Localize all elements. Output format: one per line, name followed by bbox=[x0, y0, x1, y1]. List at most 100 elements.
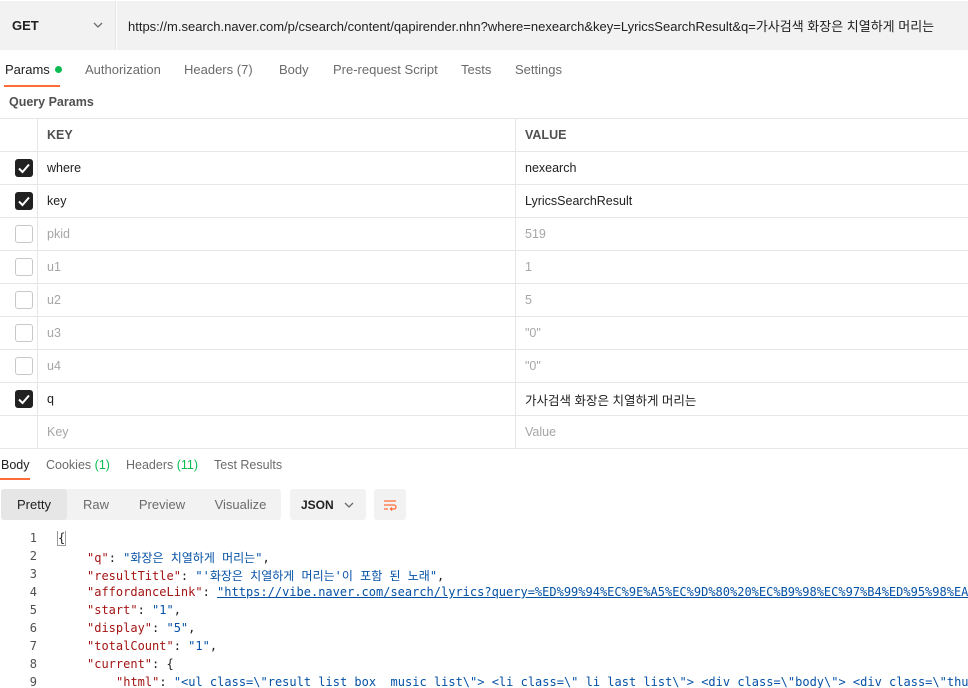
view-visualize-button[interactable]: Visualize bbox=[200, 489, 281, 520]
method-select[interactable]: GET bbox=[0, 1, 116, 50]
param-key[interactable]: q bbox=[38, 383, 516, 415]
param-key[interactable]: u1 bbox=[38, 251, 516, 283]
request-tabs: Params Authorization Headers (7) Body Pr… bbox=[0, 52, 968, 88]
wrap-lines-icon bbox=[384, 499, 397, 511]
line-number: 7 bbox=[29, 639, 37, 653]
view-pretty-button[interactable]: Pretty bbox=[1, 489, 67, 520]
query-params-title: Query Params bbox=[9, 95, 94, 109]
param-value[interactable]: "0" bbox=[516, 317, 968, 349]
table-row: key LyricsSearchResult bbox=[0, 184, 968, 217]
column-value: VALUE bbox=[525, 128, 567, 142]
code-line: 9 "html": "<ul class=\"result_list box _… bbox=[0, 675, 968, 688]
tab-cookies[interactable]: Cookies (1) bbox=[46, 458, 110, 472]
chevron-down-icon bbox=[93, 22, 103, 28]
json-key: "q" bbox=[87, 551, 109, 565]
tab-body[interactable]: Body bbox=[279, 62, 309, 77]
checkbox-icon[interactable] bbox=[15, 192, 33, 210]
json-key: "current" bbox=[87, 657, 153, 671]
param-key[interactable]: u2 bbox=[38, 284, 516, 316]
tab-count: (1) bbox=[94, 458, 110, 472]
json-link-value[interactable]: "https://vibe.naver.com/search/lyrics?qu… bbox=[217, 585, 968, 599]
new-key-input[interactable]: Key bbox=[38, 416, 516, 448]
table-row: where nexearch bbox=[0, 151, 968, 184]
active-dot-icon bbox=[54, 66, 62, 73]
table-row: u2 5 bbox=[0, 283, 968, 316]
json-value: "1" bbox=[188, 639, 210, 653]
json-key: "html" bbox=[116, 675, 160, 688]
code-line: 3 "resultTitle": "'화장은 치열하게 머리는'이 포함 된 노… bbox=[0, 567, 968, 585]
format-select[interactable]: JSON bbox=[290, 489, 366, 520]
checkbox-icon[interactable] bbox=[15, 357, 33, 375]
open-brace: { bbox=[56, 531, 67, 546]
tab-count: (7) bbox=[236, 62, 253, 77]
json-value: "화장은 치열하게 머리는" bbox=[123, 551, 263, 565]
param-key[interactable]: u3 bbox=[38, 317, 516, 349]
url-input[interactable]: https://m.search.naver.com/p/csearch/con… bbox=[117, 1, 968, 50]
new-value-input[interactable]: Value bbox=[516, 416, 968, 448]
view-raw-button[interactable]: Raw bbox=[68, 489, 124, 520]
param-value[interactable]: 1 bbox=[516, 251, 968, 283]
table-row: u3 "0" bbox=[0, 316, 968, 349]
json-key: "display" bbox=[87, 621, 153, 635]
active-response-tab-underline bbox=[0, 478, 30, 480]
param-key[interactable]: where bbox=[38, 152, 516, 184]
line-number: 1 bbox=[29, 531, 37, 545]
table-row: u4 "0" bbox=[0, 349, 968, 382]
tab-headers[interactable]: Headers (7) bbox=[184, 62, 253, 77]
tab-pre-request-script[interactable]: Pre-request Script bbox=[333, 62, 438, 77]
active-tab-underline bbox=[4, 85, 60, 87]
request-bar: GET https://m.search.naver.com/p/csearch… bbox=[0, 0, 968, 52]
checkbox-icon[interactable] bbox=[15, 324, 33, 342]
checkbox-icon[interactable] bbox=[15, 225, 33, 243]
param-key[interactable]: u4 bbox=[38, 350, 516, 382]
method-label: GET bbox=[12, 18, 39, 33]
json-value: "'화장은 치열하게 머리는'이 포함 된 노래" bbox=[195, 569, 438, 583]
tab-settings[interactable]: Settings bbox=[515, 62, 562, 77]
param-key[interactable]: pkid bbox=[38, 218, 516, 250]
json-key: "resultTitle" bbox=[87, 569, 181, 583]
json-value: "<ul class=\"result_list box _music_list… bbox=[173, 675, 968, 688]
tab-label: Cookies bbox=[46, 458, 92, 472]
checkbox-icon[interactable] bbox=[15, 291, 33, 309]
code-line: 8 "current": { bbox=[0, 657, 968, 675]
code-line: 5 "start": "1", bbox=[0, 603, 968, 621]
tab-response-body[interactable]: Body bbox=[1, 458, 30, 472]
table-row: pkid 519 bbox=[0, 217, 968, 250]
param-value[interactable]: 5 bbox=[516, 284, 968, 316]
line-number: 4 bbox=[29, 585, 37, 599]
line-number: 5 bbox=[29, 603, 37, 617]
param-value[interactable]: "0" bbox=[516, 350, 968, 382]
line-number: 8 bbox=[29, 657, 37, 671]
view-mode-group: Pretty Raw Preview Visualize bbox=[1, 489, 281, 520]
tab-test-results[interactable]: Test Results bbox=[214, 458, 282, 472]
response-view-bar: Pretty Raw Preview Visualize JSON bbox=[0, 489, 968, 520]
open-brace: { bbox=[166, 657, 174, 671]
json-value: "5" bbox=[166, 621, 189, 635]
param-value[interactable]: LyricsSearchResult bbox=[516, 185, 968, 217]
param-value[interactable]: 가사검색 화장은 치열하게 머리는 bbox=[516, 383, 968, 415]
checkbox-icon[interactable] bbox=[15, 258, 33, 276]
response-tabs: Body Cookies (1) Headers (11) Test Resul… bbox=[0, 449, 968, 481]
param-value[interactable]: nexearch bbox=[516, 152, 968, 184]
table-row: u1 1 bbox=[0, 250, 968, 283]
view-preview-button[interactable]: Preview bbox=[125, 489, 199, 520]
wrap-lines-button[interactable] bbox=[374, 489, 406, 520]
tab-response-headers[interactable]: Headers (11) bbox=[126, 458, 198, 472]
format-label: JSON bbox=[301, 497, 334, 512]
code-line: 7 "totalCount": "1", bbox=[0, 639, 968, 657]
line-number: 2 bbox=[29, 549, 37, 563]
tab-authorization[interactable]: Authorization bbox=[85, 62, 161, 77]
code-line: 4 "affordanceLink": "https://vibe.naver.… bbox=[0, 585, 968, 603]
response-body-code[interactable]: 1 { 2 "q": "화장은 치열하게 머리는", 3 "resultTitl… bbox=[0, 531, 968, 688]
line-number: 9 bbox=[29, 675, 37, 688]
table-header: KEY VALUE bbox=[0, 118, 968, 151]
param-key[interactable]: key bbox=[38, 185, 516, 217]
tab-params[interactable]: Params bbox=[5, 62, 62, 77]
tab-tests[interactable]: Tests bbox=[461, 62, 491, 77]
checkbox-icon[interactable] bbox=[15, 159, 33, 177]
json-value: "1" bbox=[152, 603, 174, 617]
json-key: "affordanceLink" bbox=[87, 585, 203, 599]
line-number: 3 bbox=[29, 567, 37, 581]
param-value[interactable]: 519 bbox=[516, 218, 968, 250]
checkbox-icon[interactable] bbox=[15, 390, 33, 408]
